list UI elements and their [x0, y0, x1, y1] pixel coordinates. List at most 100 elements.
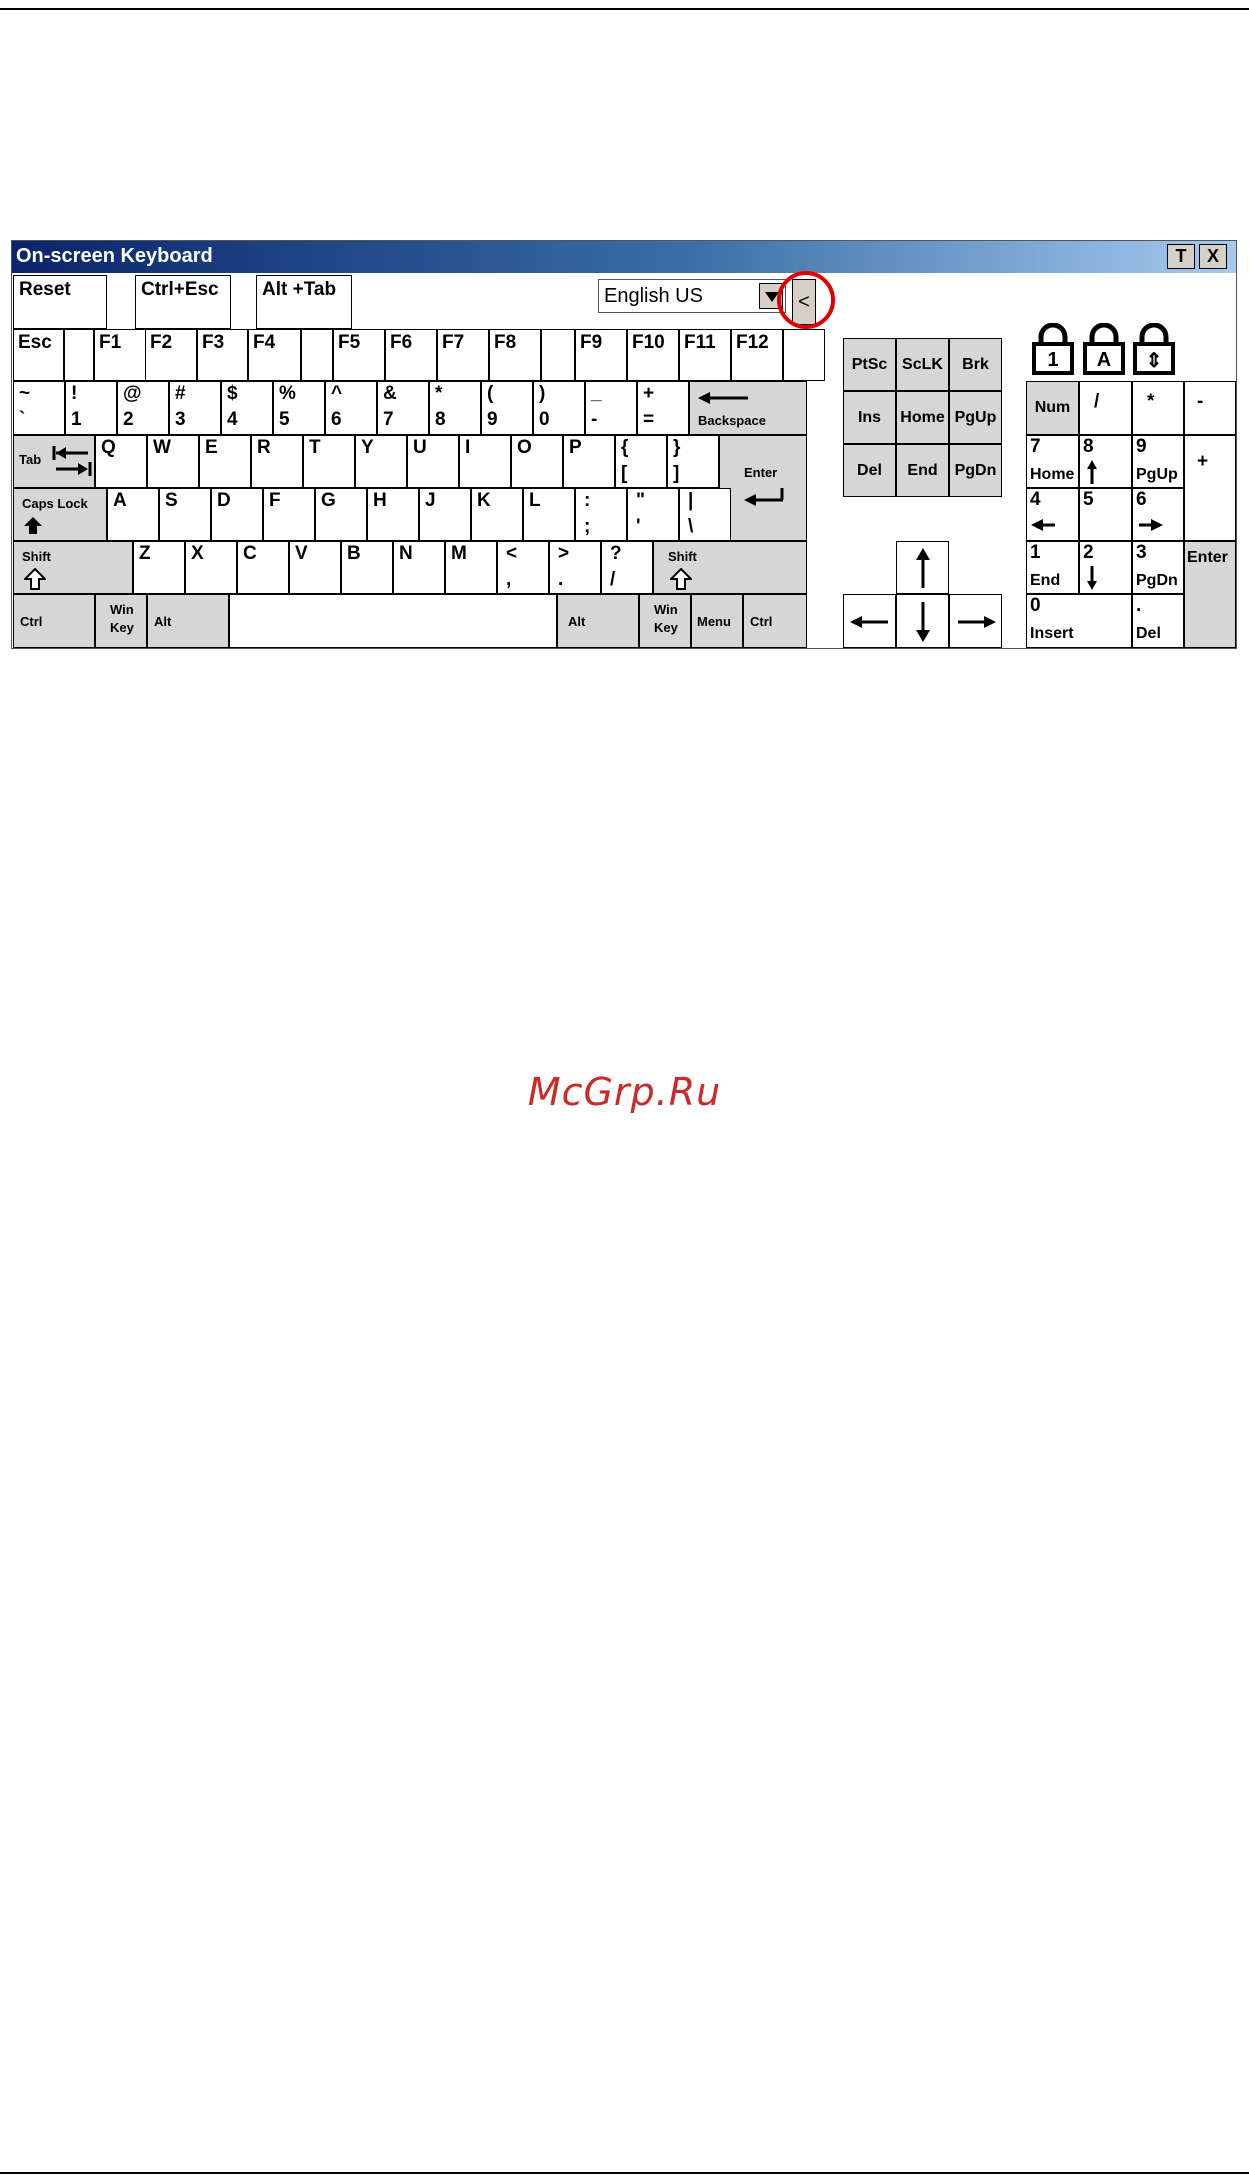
- alt-tab-button[interactable]: Alt +Tab: [256, 275, 352, 329]
- backspace-key[interactable]: Backspace: [689, 381, 807, 435]
- punct-key-5[interactable]: ? /: [601, 541, 653, 594]
- numpad-7-key[interactable]: 7 Home: [1026, 435, 1079, 488]
- number-key-9[interactable]: (9: [481, 381, 533, 435]
- f6-key[interactable]: F6: [385, 329, 437, 381]
- f5-key[interactable]: F5: [333, 329, 385, 381]
- number-key-10[interactable]: ) 0: [533, 381, 585, 435]
- numpad-minus-key[interactable]: -: [1184, 381, 1236, 435]
- number-key-7[interactable]: & 7: [377, 381, 429, 435]
- key-u[interactable]: U: [407, 435, 459, 488]
- right-win-key[interactable]: Win Key: [639, 594, 691, 648]
- f8-key[interactable]: F8: [489, 329, 541, 381]
- punct-key-4[interactable]: >.: [549, 541, 601, 594]
- caps-lock-key[interactable]: Caps Lock: [13, 488, 107, 541]
- number-key-8[interactable]: * 8: [429, 381, 481, 435]
- numpad-5-key[interactable]: 5: [1079, 488, 1132, 541]
- left-ctrl-key[interactable]: Ctrl: [13, 594, 95, 648]
- key-c[interactable]: C: [237, 541, 289, 594]
- number-key-6[interactable]: ^ 6: [325, 381, 377, 435]
- key-r[interactable]: R: [251, 435, 303, 488]
- number-key-12[interactable]: + =: [637, 381, 689, 435]
- number-key-1[interactable]: ! 1: [65, 381, 117, 435]
- key-n[interactable]: N: [393, 541, 445, 594]
- punct-key-1[interactable]: " ': [627, 488, 679, 541]
- del-key[interactable]: Del: [843, 444, 896, 497]
- key-p[interactable]: P: [563, 435, 615, 488]
- right-shift-key[interactable]: Shift: [653, 541, 807, 594]
- f3-key[interactable]: F3: [197, 329, 248, 381]
- spacebar[interactable]: [229, 594, 557, 648]
- number-key-5[interactable]: % 5: [273, 381, 325, 435]
- arrow-down-key[interactable]: [896, 594, 949, 648]
- numpad-0-key[interactable]: 0 Insert: [1026, 594, 1132, 648]
- esc-key[interactable]: Esc: [13, 329, 64, 381]
- key-l[interactable]: L: [523, 488, 575, 541]
- key-m[interactable]: M: [445, 541, 497, 594]
- f10-key[interactable]: F10: [627, 329, 679, 381]
- number-key-11[interactable]: _ -: [585, 381, 637, 435]
- numpad-2-key[interactable]: 2: [1079, 541, 1132, 594]
- end-key[interactable]: End: [896, 444, 949, 497]
- numpad-3-key[interactable]: 3 PgDn: [1132, 541, 1184, 594]
- f9-key[interactable]: F9: [575, 329, 627, 381]
- f4-key[interactable]: F4: [248, 329, 301, 381]
- numpad-4-key[interactable]: 4: [1026, 488, 1079, 541]
- key-a[interactable]: A: [107, 488, 159, 541]
- key-w[interactable]: W: [147, 435, 199, 488]
- numpad-star-key[interactable]: *: [1132, 381, 1184, 435]
- bracket-key-1[interactable]: }]: [667, 435, 719, 488]
- numpad-slash-key[interactable]: /: [1079, 381, 1132, 435]
- key-i[interactable]: I: [459, 435, 511, 488]
- home-key[interactable]: Home: [896, 391, 949, 444]
- key-k[interactable]: K: [471, 488, 523, 541]
- f1-key[interactable]: F1: [94, 329, 146, 381]
- enter-key[interactable]: Enter: [719, 435, 807, 541]
- numpad-dot-key[interactable]: . Del: [1132, 594, 1184, 648]
- close-button[interactable]: X: [1199, 244, 1227, 269]
- punct-key-0[interactable]: :;: [575, 488, 627, 541]
- key-h[interactable]: H: [367, 488, 419, 541]
- sclk-key[interactable]: ScLK: [896, 338, 949, 391]
- numpad-enter-key[interactable]: Enter: [1184, 541, 1236, 648]
- punct-key-2[interactable]: | \: [679, 488, 731, 541]
- punct-key-3[interactable]: <,: [497, 541, 549, 594]
- numpad-1-key[interactable]: 1 End: [1026, 541, 1079, 594]
- key-s[interactable]: S: [159, 488, 211, 541]
- key-v[interactable]: V: [289, 541, 341, 594]
- ctrl-esc-button[interactable]: Ctrl+Esc: [135, 275, 231, 329]
- arrow-right-key[interactable]: [949, 594, 1002, 648]
- numpad-8-key[interactable]: 8: [1079, 435, 1132, 488]
- arrow-up-key[interactable]: [896, 541, 949, 594]
- key-y[interactable]: Y: [355, 435, 407, 488]
- ins-key[interactable]: Ins: [843, 391, 896, 444]
- f2-key[interactable]: F2: [145, 329, 197, 381]
- number-key-3[interactable]: #3: [169, 381, 221, 435]
- f11-key[interactable]: F11: [679, 329, 731, 381]
- number-key-0[interactable]: ~ `: [13, 381, 65, 435]
- brk-key[interactable]: Brk: [949, 338, 1002, 391]
- number-key-2[interactable]: @2: [117, 381, 169, 435]
- left-win-key[interactable]: Win Key: [95, 594, 147, 648]
- key-x[interactable]: X: [185, 541, 237, 594]
- reset-button[interactable]: Reset: [13, 275, 107, 329]
- num-lock-key[interactable]: Num: [1026, 381, 1079, 435]
- f7-key[interactable]: F7: [437, 329, 489, 381]
- numpad-6-key[interactable]: 6: [1132, 488, 1184, 541]
- bracket-key-0[interactable]: {[: [615, 435, 667, 488]
- key-z[interactable]: Z: [133, 541, 185, 594]
- f12-key[interactable]: F12: [731, 329, 783, 381]
- left-alt-key[interactable]: Alt: [147, 594, 229, 648]
- key-j[interactable]: J: [419, 488, 471, 541]
- key-f[interactable]: F: [263, 488, 315, 541]
- menu-key[interactable]: Menu: [691, 594, 743, 648]
- language-select[interactable]: English US: [598, 279, 786, 313]
- key-q[interactable]: Q: [95, 435, 147, 488]
- key-e[interactable]: E: [199, 435, 251, 488]
- right-alt-key[interactable]: Alt: [557, 594, 639, 648]
- stay-on-top-button[interactable]: T: [1167, 244, 1195, 269]
- ptsc-key[interactable]: PtSc: [843, 338, 896, 391]
- key-b[interactable]: B: [341, 541, 393, 594]
- key-g[interactable]: G: [315, 488, 367, 541]
- arrow-left-key[interactable]: [843, 594, 896, 648]
- right-ctrl-key[interactable]: Ctrl: [743, 594, 807, 648]
